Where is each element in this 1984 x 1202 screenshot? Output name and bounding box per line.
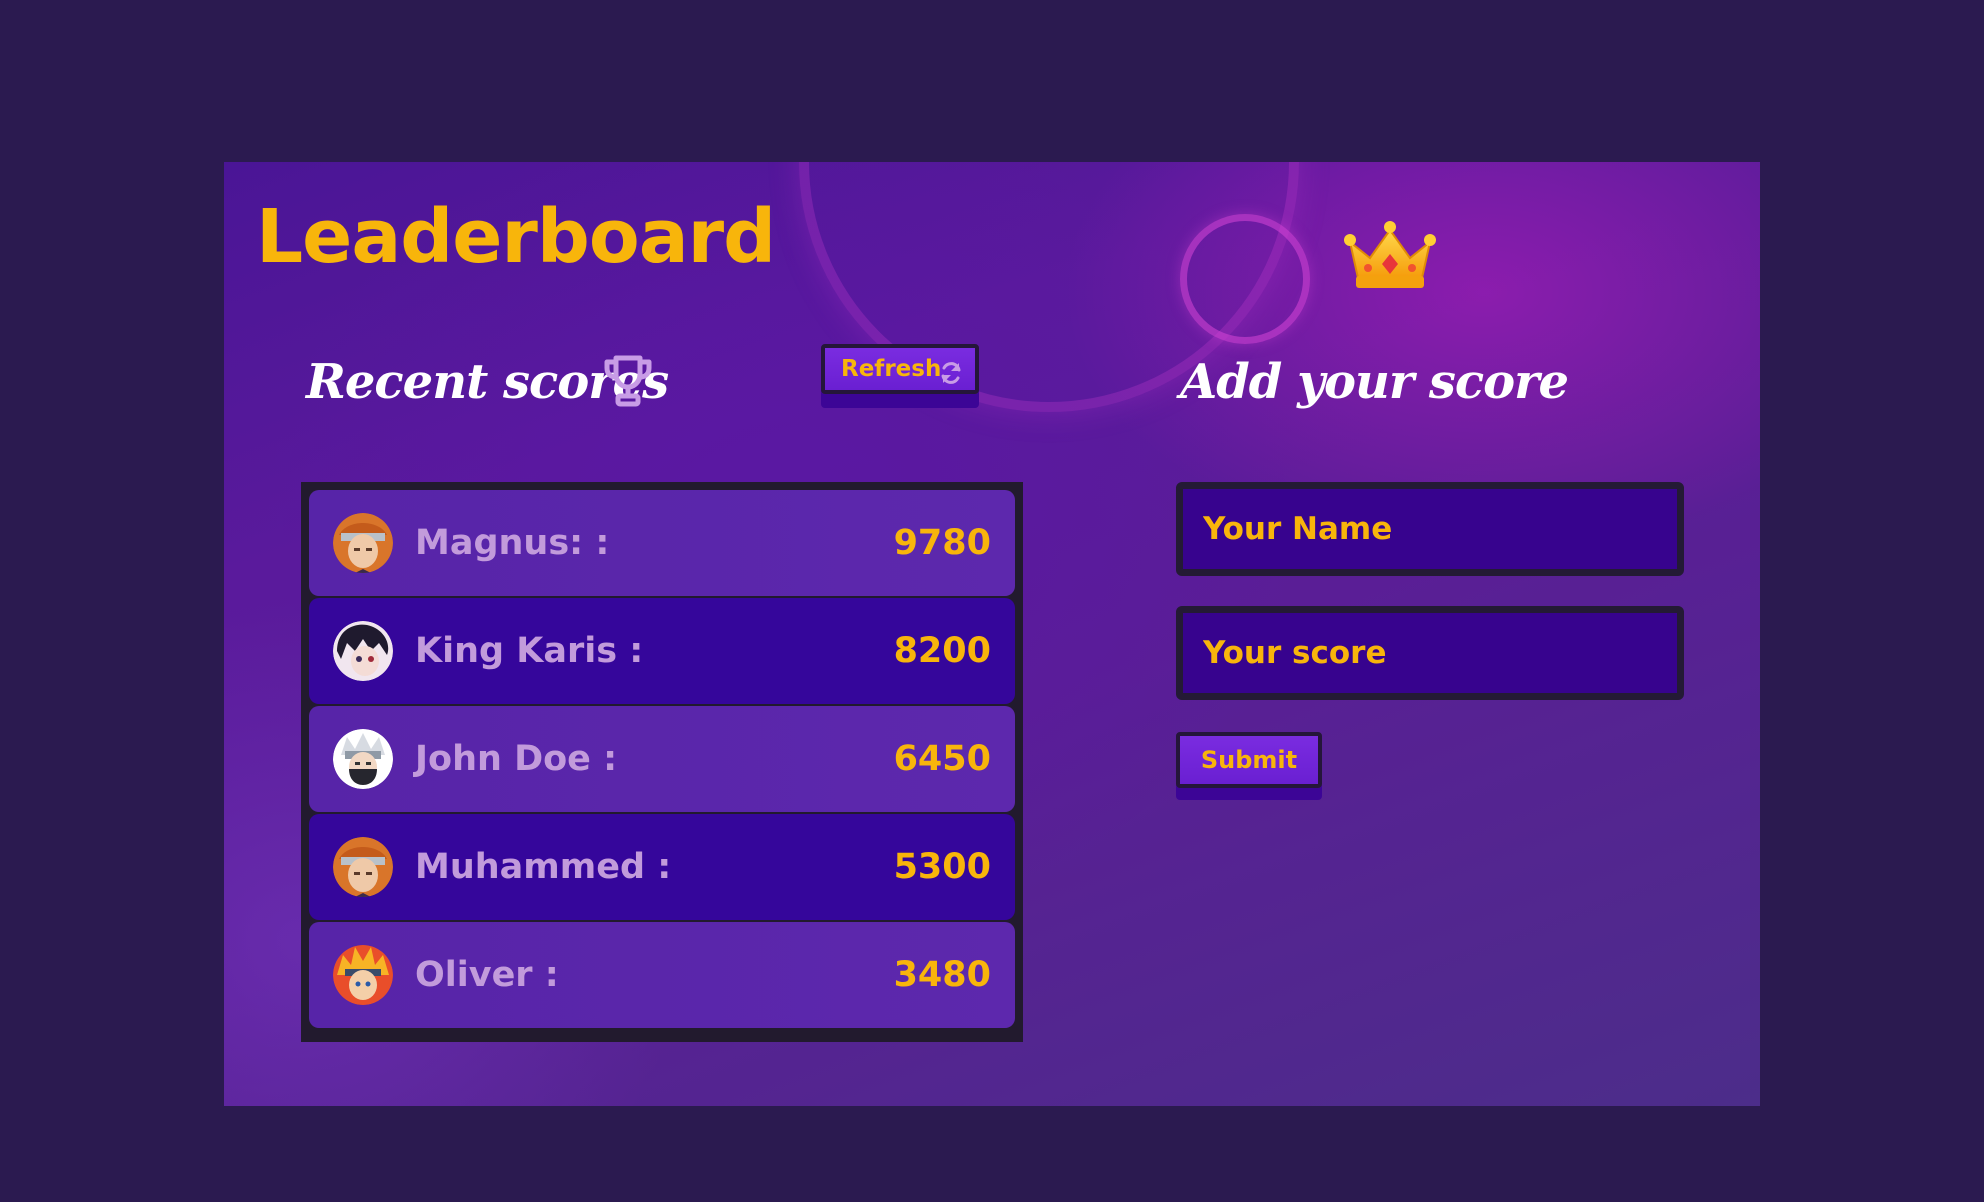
player-name: Oliver : xyxy=(415,955,559,995)
page-title: Leaderboard xyxy=(256,194,776,280)
score-row: Magnus: : 9780 xyxy=(309,490,1015,596)
player-name: Magnus: : xyxy=(415,523,610,563)
leaderboard-card: Leaderboard Recent scores Refresh Magnus… xyxy=(224,162,1760,1106)
score-row: Muhammed : 5300 xyxy=(309,814,1015,920)
decorative-ring-small xyxy=(1180,214,1310,344)
player-score: 6450 xyxy=(893,739,991,779)
avatar xyxy=(333,729,393,789)
player-name: John Doe : xyxy=(415,739,618,779)
score-row: John Doe : 6450 xyxy=(309,706,1015,812)
submit-button[interactable]: Submit xyxy=(1176,732,1322,788)
avatar xyxy=(333,837,393,897)
player-name: Muhammed : xyxy=(415,847,672,887)
avatar xyxy=(333,945,393,1005)
name-input[interactable] xyxy=(1176,482,1684,576)
player-score: 8200 xyxy=(893,631,991,671)
score-row: King Karis : 8200 xyxy=(309,598,1015,704)
score-list: Magnus: : 9780 King Karis : 8200 John Do… xyxy=(301,482,1023,1042)
player-score: 9780 xyxy=(893,523,991,563)
refresh-button[interactable]: Refresh xyxy=(821,344,979,394)
player-score: 3480 xyxy=(893,955,991,995)
player-name: King Karis : xyxy=(415,631,644,671)
trophy-icon xyxy=(604,355,652,407)
refresh-button-label: Refresh xyxy=(841,356,942,382)
avatar xyxy=(333,513,393,573)
add-score-heading: Add your score xyxy=(1180,354,1569,410)
player-score: 5300 xyxy=(893,847,991,887)
avatar xyxy=(333,621,393,681)
crown-icon xyxy=(1344,221,1436,288)
score-input[interactable] xyxy=(1176,606,1684,700)
refresh-icon xyxy=(941,362,961,384)
score-row: Oliver : 3480 xyxy=(309,922,1015,1028)
